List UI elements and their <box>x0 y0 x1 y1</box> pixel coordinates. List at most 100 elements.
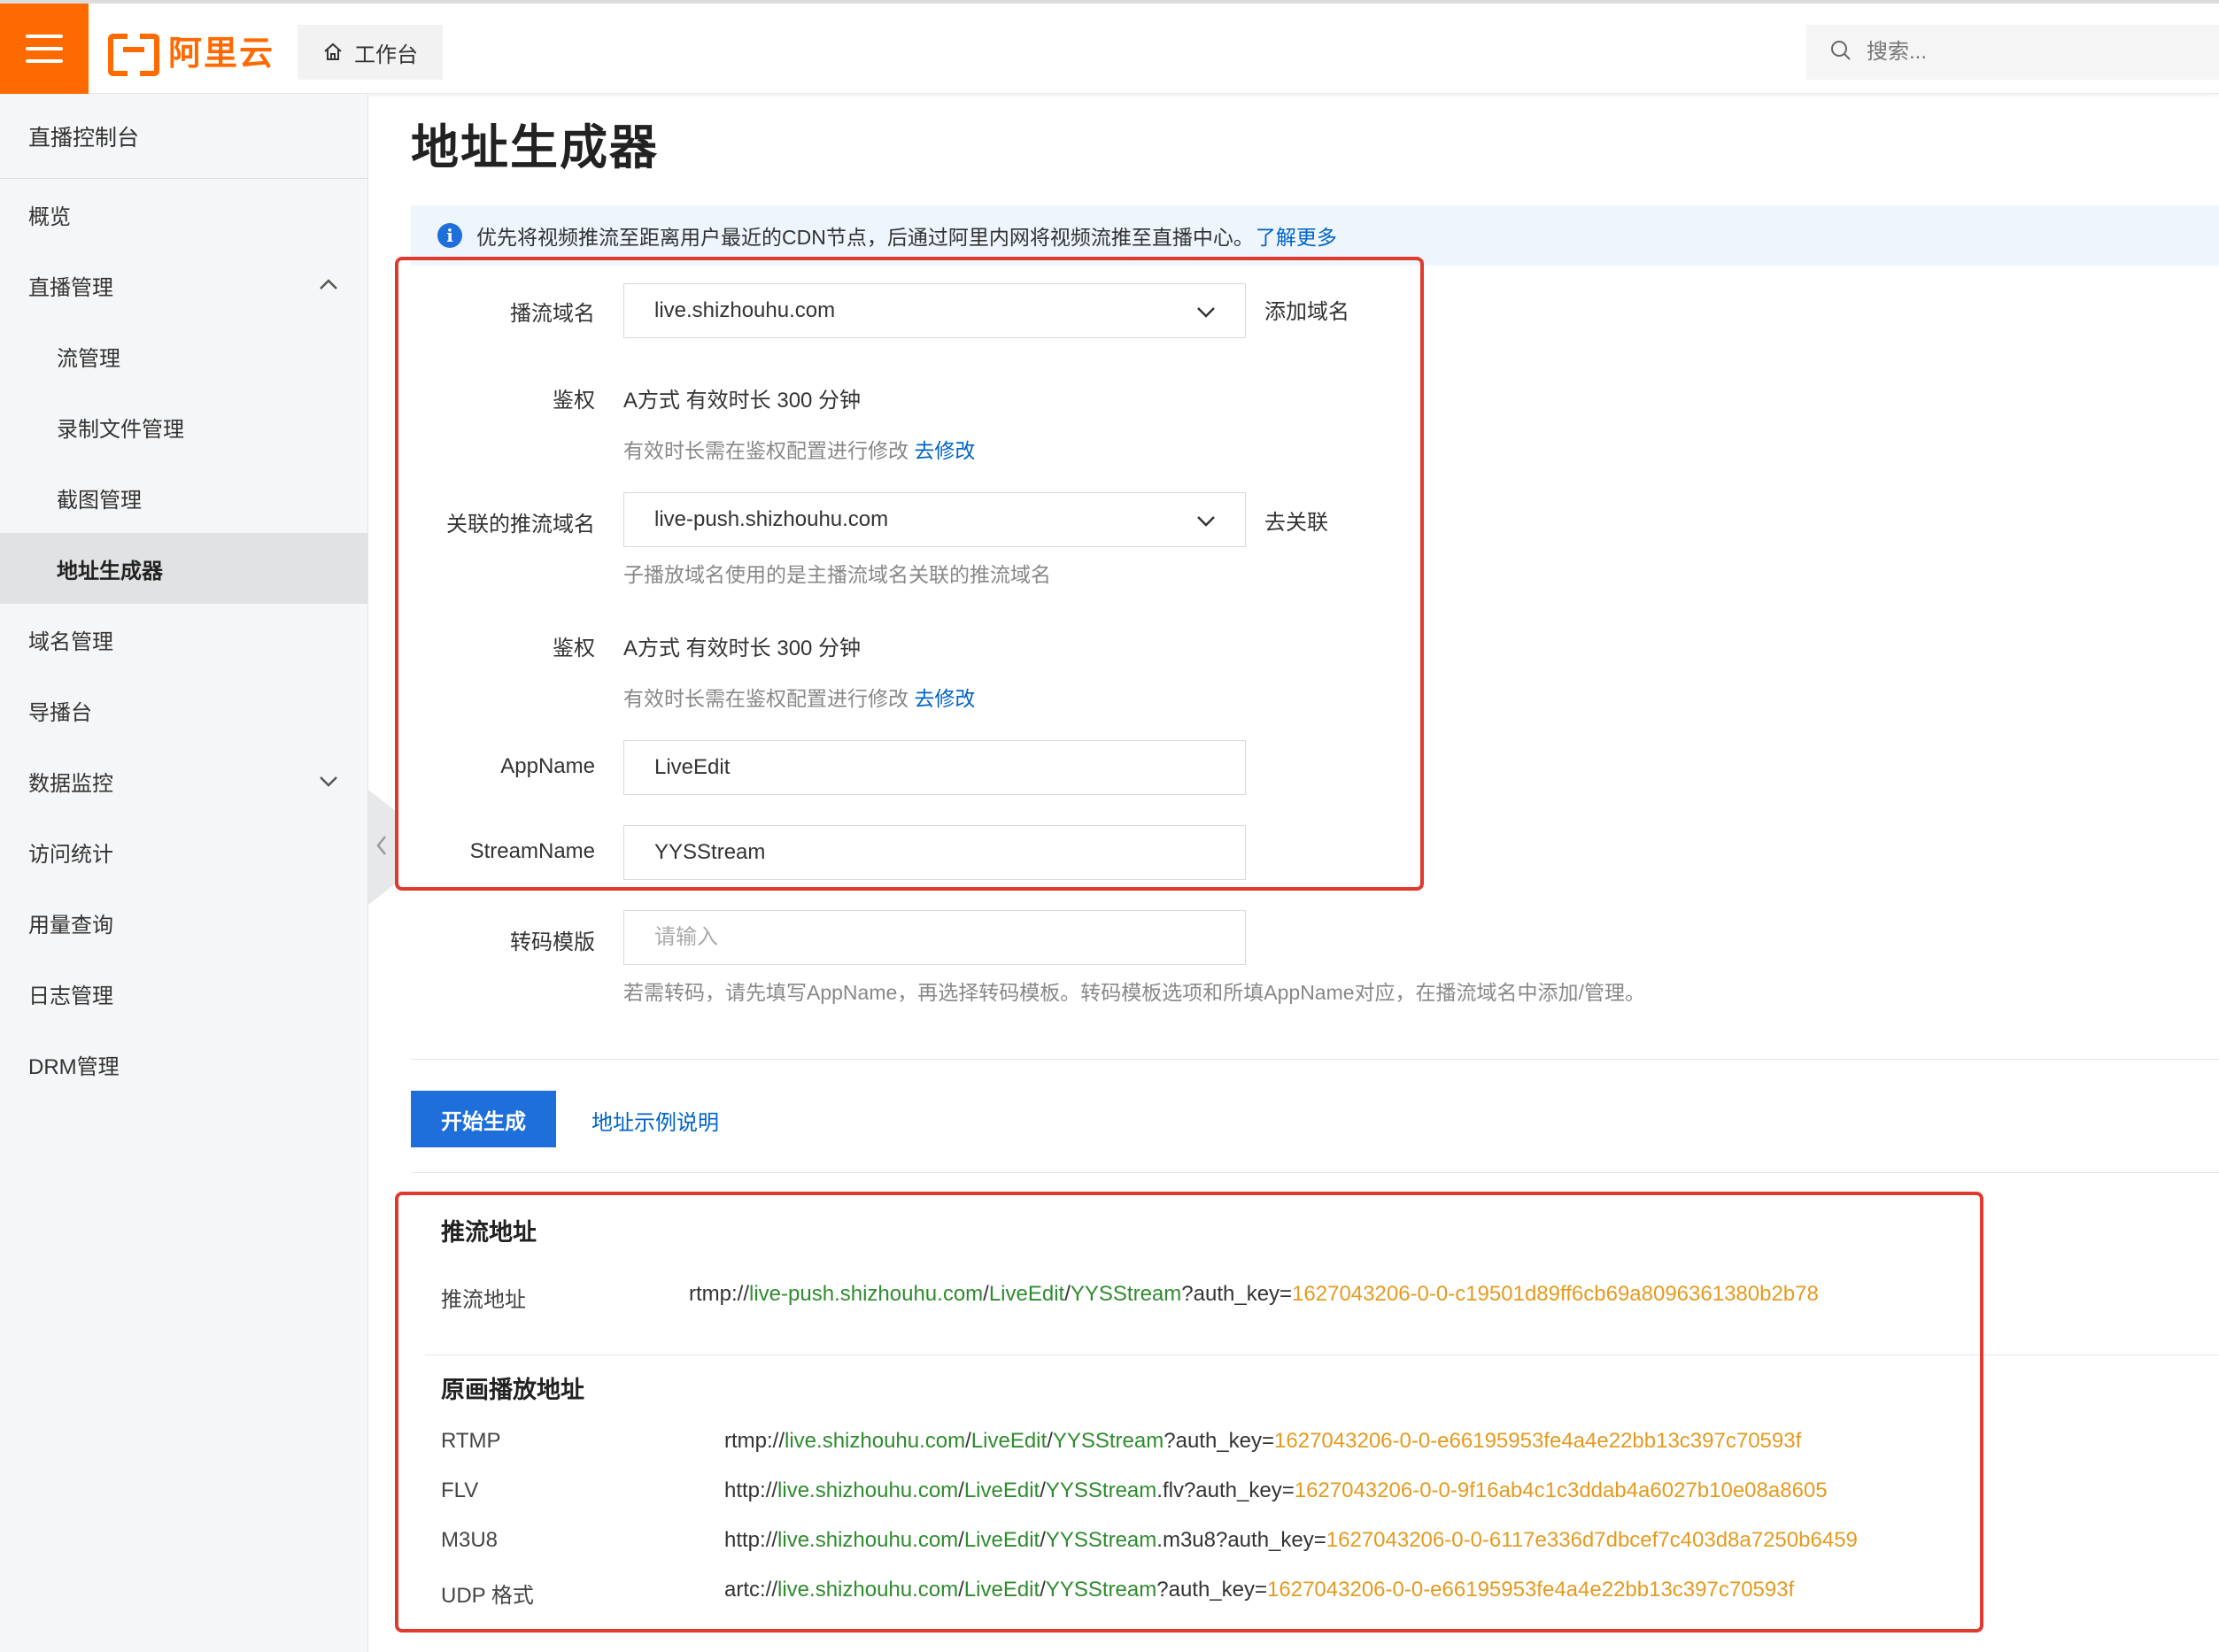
chevron-left-icon <box>375 833 389 862</box>
sidebar-item-snapshot-management[interactable]: 截图管理 <box>0 462 367 533</box>
sidebar-collapse-handle[interactable] <box>368 790 395 905</box>
sidebar-item-label: 流管理 <box>57 346 120 371</box>
url-stream: YYSStream <box>1045 1478 1157 1502</box>
auth-hint: 有效时长需在鉴权配置进行修改 去修改 <box>623 682 975 712</box>
workbench-label: 工作台 <box>354 42 418 67</box>
play-domain-value: live.shizhouhu.com <box>654 298 836 322</box>
url-app: LiveEdit <box>963 1578 1040 1602</box>
home-icon <box>322 42 344 63</box>
hamburger-menu-button[interactable] <box>0 4 89 94</box>
sidebar-item-live-management[interactable]: 直播管理 <box>0 250 367 320</box>
url-stream: YYSStream <box>1052 1429 1164 1453</box>
workbench-button[interactable]: 工作台 <box>298 25 443 80</box>
push-domain-hint: 子播放域名使用的是主播流域名关联的推流域名 <box>623 563 1051 586</box>
url-app: LiveEdit <box>970 1429 1048 1453</box>
url-separator: / <box>983 1282 989 1306</box>
url-host: live-push.shizhouhu.com <box>749 1282 984 1306</box>
url-separator: / <box>1064 1282 1071 1306</box>
url-scheme: rtmp:// <box>724 1429 785 1453</box>
push-url[interactable]: rtmp://live-push.shizhouhu.com/LiveEdit/… <box>689 1282 1819 1307</box>
chevron-down-icon <box>1194 299 1218 324</box>
play-url-m3u8[interactable]: http://live.shizhouhu.com/LiveEdit/YYSSt… <box>724 1528 1858 1553</box>
add-domain-link[interactable]: 添加域名 <box>1264 294 1349 325</box>
sidebar-item-recording-files[interactable]: 录制文件管理 <box>0 391 367 462</box>
sidebar-item-log-management[interactable]: 日志管理 <box>0 958 367 1029</box>
url-separator: / <box>958 1578 964 1602</box>
url-host: live.shizhouhu.com <box>777 1478 959 1502</box>
sidebar-item-drm-management[interactable]: DRM管理 <box>0 1029 367 1100</box>
url-separator: / <box>1040 1578 1046 1602</box>
streamname-input[interactable] <box>623 825 1246 880</box>
sidebar-item-director[interactable]: 导播台 <box>0 675 367 745</box>
generate-button[interactable]: 开始生成 <box>411 1091 556 1147</box>
url-scheme: rtmp:// <box>689 1282 750 1306</box>
auth-modify-link[interactable]: 去修改 <box>914 687 975 710</box>
auth-value: A方式 有效时长 300 分钟 <box>623 389 862 413</box>
url-app: LiveEdit <box>988 1282 1065 1306</box>
play-url-flv[interactable]: http://live.shizhouhu.com/LiveEdit/YYSSt… <box>724 1478 1828 1503</box>
play-url-label: M3U8 <box>441 1528 499 1552</box>
push-section-title: 推流地址 <box>441 1219 537 1246</box>
learn-more-link[interactable]: 了解更多 <box>1256 220 1337 251</box>
sidebar-item-usage-query[interactable]: 用量查询 <box>0 887 367 958</box>
url-host: live.shizhouhu.com <box>777 1578 959 1602</box>
url-host: live.shizhouhu.com <box>785 1429 966 1453</box>
info-notice: i 优先将视频推流至距离用户最近的CDN节点，后通过阿里内网将视频流推至直播中心… <box>411 205 2219 266</box>
url-auth-key: 1627043206-0-0-6117e336d7dbcef7c403d8a72… <box>1326 1528 1858 1552</box>
push-url-label: 推流地址 <box>441 1288 526 1312</box>
search-box[interactable] <box>1806 25 2219 80</box>
play-domain-select[interactable]: live.shizhouhu.com <box>623 283 1246 338</box>
play-url-label: UDP 格式 <box>441 1584 534 1608</box>
url-app: LiveEdit <box>963 1528 1040 1552</box>
auth-modify-link[interactable]: 去修改 <box>914 439 975 462</box>
search-icon <box>1829 39 1852 66</box>
sidebar-item-label: 域名管理 <box>28 629 113 654</box>
search-input[interactable] <box>1867 40 2185 65</box>
auth-value: A方式 有效时长 300 分钟 <box>623 637 862 660</box>
play-url-rtmp[interactable]: rtmp://live.shizhouhu.com/LiveEdit/YYSSt… <box>724 1429 1801 1454</box>
aliyun-logo[interactable]: 阿里云 <box>108 30 274 76</box>
play-url-udp[interactable]: artc://live.shizhouhu.com/LiveEdit/YYSSt… <box>724 1578 1794 1602</box>
sidebar-item-overview[interactable]: 概览 <box>0 179 367 250</box>
top-bar: 阿里云 工作台 <box>0 0 2219 94</box>
url-stream: YYSStream <box>1045 1578 1157 1602</box>
auth-hint-text: 有效时长需在鉴权配置进行修改 <box>623 439 908 462</box>
sidebar-item-domain-management[interactable]: 域名管理 <box>0 604 367 675</box>
url-auth-key: 1627043206-0-0-e66195953fe4a4e22bb13c397… <box>1267 1578 1795 1602</box>
aliyun-logo-icon <box>108 34 159 76</box>
transcode-template-input[interactable] <box>623 910 1246 965</box>
appname-label: AppName <box>500 754 595 778</box>
url-auth-key: 1627043206-0-0-c19501d89ff6cb69a80963613… <box>1292 1282 1819 1306</box>
play-domain-label: 播流域名 <box>510 302 595 326</box>
chevron-up-icon <box>316 273 341 297</box>
url-scheme: http:// <box>724 1478 778 1502</box>
url-separator: / <box>1040 1528 1046 1552</box>
url-separator: / <box>1047 1429 1053 1453</box>
chevron-down-icon <box>1194 508 1218 533</box>
appname-input[interactable] <box>623 740 1246 795</box>
sidebar-item-address-generator[interactable]: 地址生成器 <box>0 533 367 604</box>
page-title: 地址生成器 <box>411 121 659 174</box>
url-separator: / <box>965 1429 971 1453</box>
url-scheme: http:// <box>724 1528 778 1552</box>
url-host: live.shizhouhu.com <box>777 1528 959 1552</box>
sidebar-item-data-monitoring[interactable]: 数据监控 <box>0 745 367 816</box>
menu-icon-line <box>26 47 63 50</box>
url-auth-key: 1627043206-0-0-e66195953fe4a4e22bb13c397… <box>1274 1429 1802 1453</box>
address-example-link[interactable]: 地址示例说明 <box>591 1105 719 1136</box>
sidebar-item-label: DRM管理 <box>28 1054 120 1079</box>
associate-domain-link[interactable]: 去关联 <box>1264 505 1328 536</box>
sidebar-item-label: 地址生成器 <box>57 559 163 583</box>
chevron-down-icon <box>316 768 341 793</box>
auth-hint: 有效时长需在鉴权配置进行修改 去修改 <box>623 434 975 464</box>
sidebar: 直播控制台 概览 直播管理 流管理 录制文件管理 截图管理 地址生成器 域名管理… <box>0 94 368 1652</box>
sidebar-item-label: 概览 <box>28 205 71 229</box>
sidebar-item-access-stats[interactable]: 访问统计 <box>0 816 367 887</box>
sidebar-item-label: 日志管理 <box>28 984 113 1008</box>
push-domain-select[interactable]: live-push.shizhouhu.com <box>623 492 1246 547</box>
url-auth-key: 1627043206-0-0-9f16ab4c1c3ddab4a6027b10e… <box>1294 1478 1828 1502</box>
push-domain-label: 关联的推流域名 <box>446 513 595 537</box>
url-query: ?auth_key= <box>1164 1429 1275 1453</box>
sidebar-item-stream-management[interactable]: 流管理 <box>0 320 367 391</box>
sidebar-item-label: 数据监控 <box>28 771 113 796</box>
